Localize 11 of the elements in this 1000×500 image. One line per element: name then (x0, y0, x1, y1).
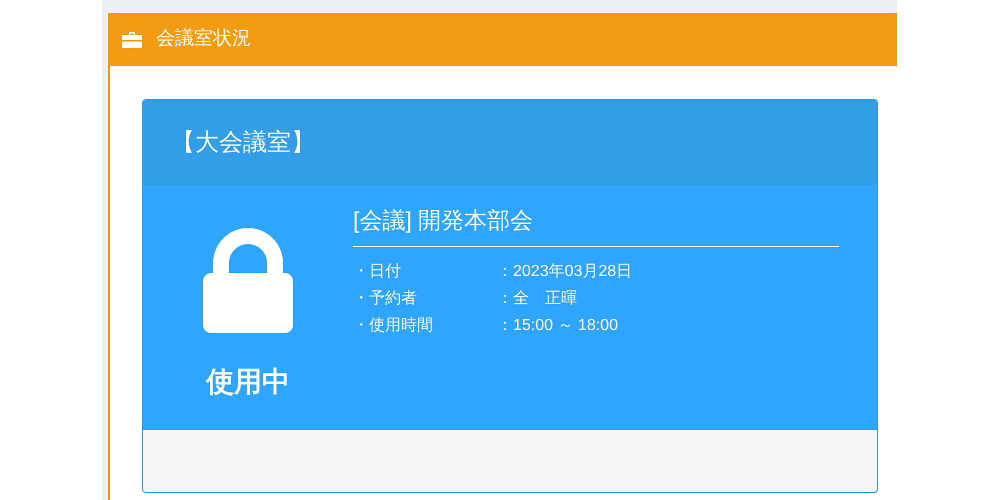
detail-label: ・予約者 (353, 288, 418, 308)
meeting-title: [会議] 開発本部会 (353, 203, 839, 246)
detail-label: ・使用時間 (353, 316, 434, 336)
briefcase-icon (122, 32, 142, 48)
detail-value: ：15:00 ～ 18:00 (497, 316, 618, 336)
detail-value: ：2023年03月28日 (497, 262, 632, 282)
panel-title: 会議室状況 (156, 27, 251, 52)
detail-value: ：全 正暉 (497, 288, 577, 308)
status-label: 使用中 (206, 365, 290, 399)
detail-label: ・日付 (353, 262, 402, 282)
room-name: 【大会議室】 (171, 128, 315, 158)
